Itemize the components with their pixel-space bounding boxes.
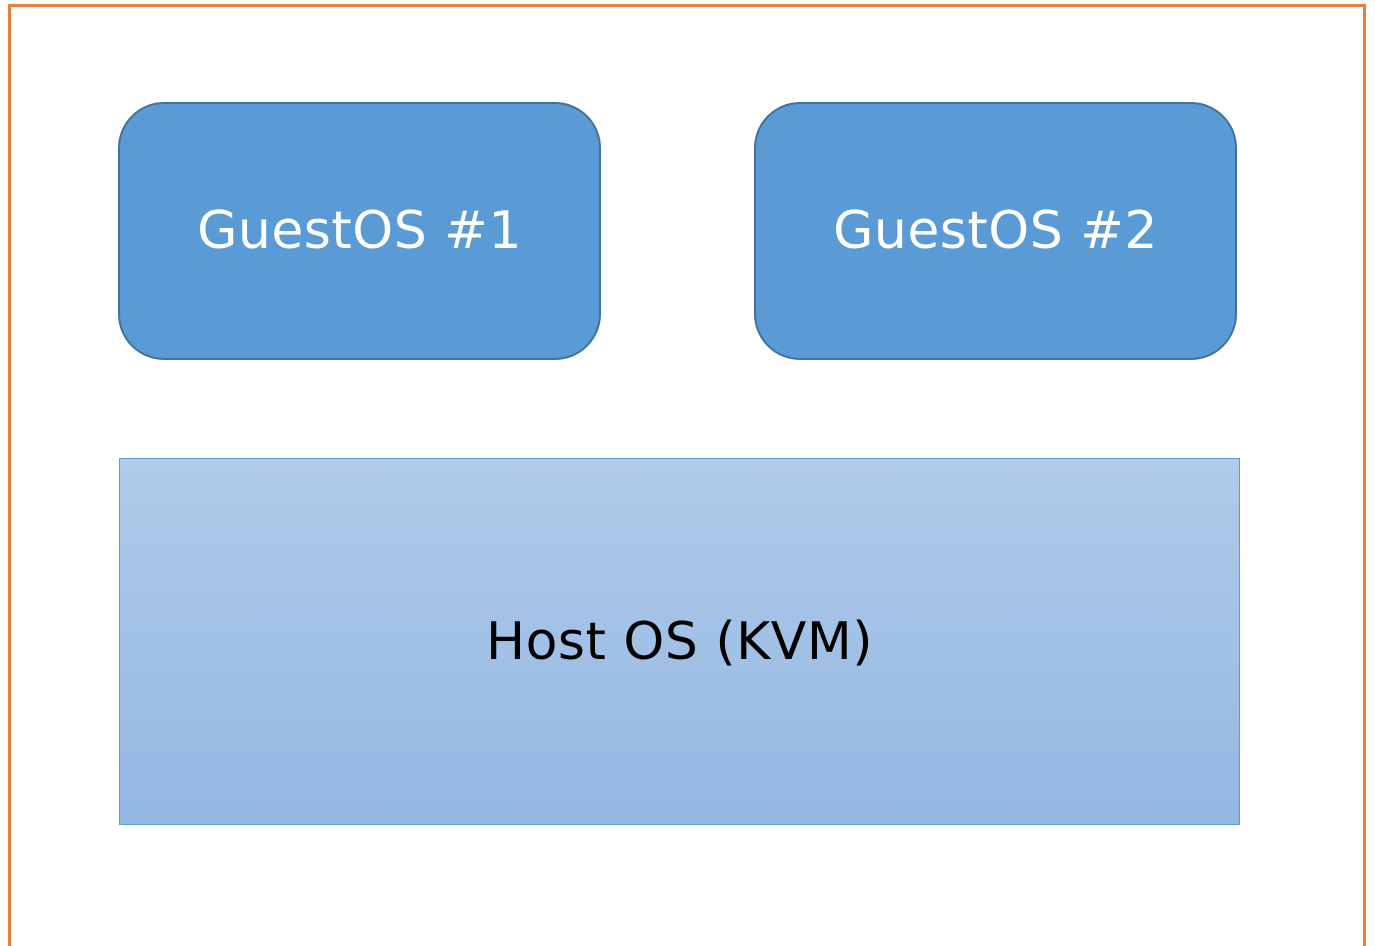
guest-os-2-box: GuestOS #2 [754,102,1237,360]
diagram-canvas: GuestOS #1 GuestOS #2 Host OS (KVM) [0,0,1375,946]
guest-os-2-label: GuestOS #2 [833,201,1158,261]
guest-os-1-label: GuestOS #1 [197,201,522,261]
host-os-box: Host OS (KVM) [119,458,1240,825]
guest-os-1-box: GuestOS #1 [118,102,601,360]
host-os-label: Host OS (KVM) [485,611,873,672]
